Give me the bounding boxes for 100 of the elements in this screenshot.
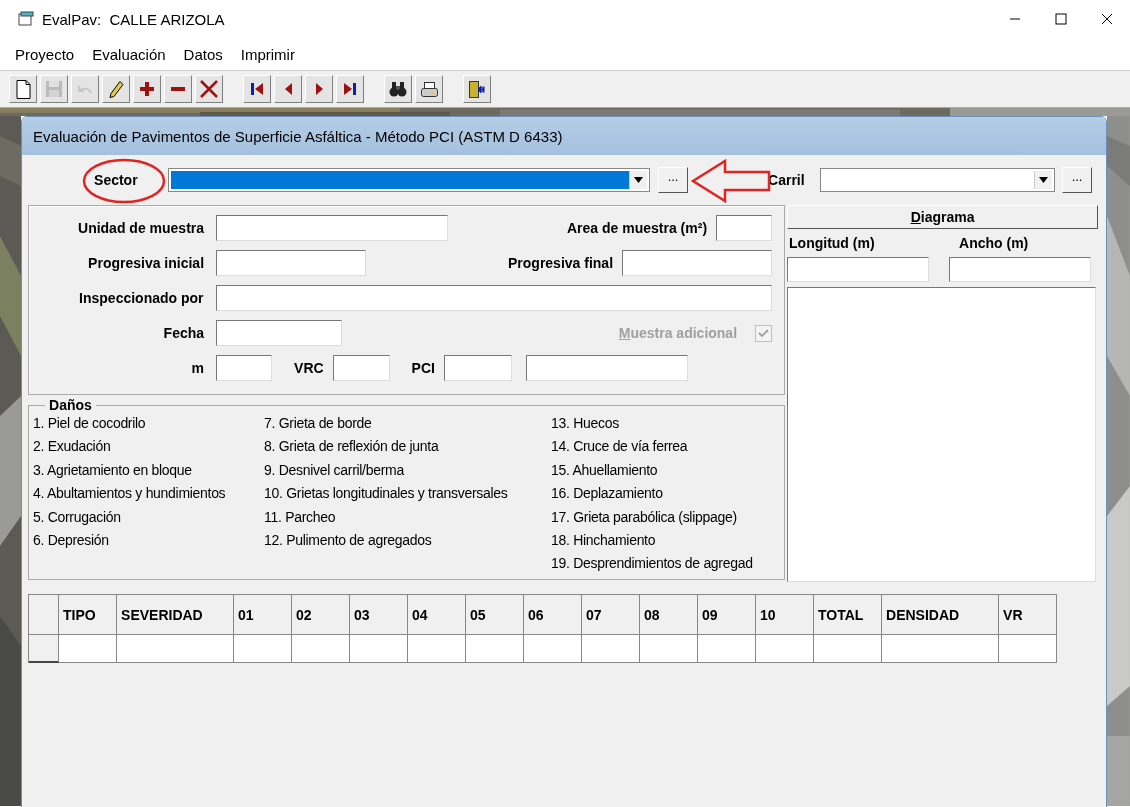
form-title: Evaluación de Pavimentos de Superficie Asfáltica - Método PCI (ASTM D 6433) — [33, 127, 563, 145]
sector-dropdown[interactable] — [168, 168, 651, 192]
table-cell[interactable] — [59, 635, 118, 663]
text-field[interactable] — [216, 355, 273, 381]
lane-label: Carril — [768, 172, 806, 188]
field-label: Progresiva inicial — [87, 255, 205, 271]
checkbox-label: Muestra adicional — [618, 325, 738, 341]
damage-item: 8. Grieta de reflexión de junta — [264, 438, 440, 457]
delete-button[interactable] — [195, 75, 223, 103]
damage-item: 10. Grietas longitudinales y transversales — [264, 485, 509, 504]
menu-item[interactable]: Imprimir — [231, 45, 304, 63]
field-label: Progresiva final — [508, 255, 614, 271]
cross-icon — [200, 80, 218, 98]
field-label: Longitud (m) — [788, 235, 876, 253]
edit-button[interactable] — [102, 75, 130, 103]
column-header: TIPO — [59, 595, 118, 635]
text-field[interactable] — [787, 257, 930, 282]
menu-item[interactable]: Evaluación — [83, 45, 175, 63]
pencil-icon — [108, 80, 124, 98]
text-field[interactable] — [949, 257, 1092, 282]
column-header: 06 — [524, 595, 583, 635]
text-field[interactable] — [216, 215, 449, 241]
find-button[interactable] — [384, 75, 412, 103]
text-field[interactable] — [525, 355, 688, 381]
text-field[interactable] — [215, 285, 773, 311]
damage-item: 1. Piel de cocodrilo — [33, 415, 147, 433]
printer-icon — [420, 81, 438, 97]
field-label: Unidad de muestra — [77, 220, 205, 236]
column-header: SEVERIDAD — [117, 595, 235, 635]
damage-item: 19. Desprendimientos de agregad — [551, 555, 754, 574]
minus-icon — [171, 87, 185, 91]
menu-item[interactable]: Datos — [174, 45, 232, 63]
browse-button[interactable]: ... — [658, 167, 689, 193]
column-header: 01 — [234, 595, 293, 635]
plus-icon — [140, 82, 154, 96]
damage-item: 13. Huecos — [551, 415, 620, 433]
damage-item: 12. Pulimento de agregados — [264, 531, 433, 550]
table-cell[interactable] — [756, 635, 815, 663]
damage-item: 16. Deplazamiento — [551, 485, 664, 504]
text-field[interactable] — [622, 250, 773, 276]
first-record-icon — [251, 83, 263, 95]
last-button[interactable] — [336, 75, 364, 103]
table-cell[interactable] — [350, 635, 409, 663]
column-header: 09 — [698, 595, 757, 635]
damage-item: 6. Depresión — [33, 531, 110, 550]
add-button[interactable] — [133, 75, 161, 103]
field-label: PCI — [411, 360, 435, 376]
menu-item[interactable]: Proyecto — [6, 45, 84, 63]
next-icon — [315, 83, 323, 95]
damage-item: 14. Cruce de vía ferrea — [551, 438, 689, 457]
text-field[interactable] — [216, 320, 343, 346]
browse-button[interactable]: ... — [1062, 167, 1093, 193]
field-label: Area de muestra (m²) — [567, 220, 708, 236]
damage-item: 4. Abultamientos y hundimientos — [33, 485, 227, 504]
door-exit-icon — [469, 80, 485, 98]
damage-item: 3. Agrietamiento en bloque — [33, 461, 193, 480]
print-button[interactable] — [415, 75, 443, 103]
table-cell[interactable] — [524, 635, 583, 663]
text-field[interactable] — [216, 250, 367, 276]
window-title: EvalPav: CALLE ARIZOLA — [42, 10, 225, 28]
row-header[interactable] — [29, 635, 60, 663]
column-header: 10 — [756, 595, 815, 635]
dropdown-arrow-icon[interactable] — [1039, 177, 1049, 183]
page-icon — [15, 79, 31, 99]
table-cell[interactable] — [582, 635, 641, 663]
table-cell[interactable] — [640, 635, 699, 663]
remove-button[interactable] — [164, 75, 192, 103]
group-title: Daños — [48, 398, 93, 413]
table-cell[interactable] — [999, 635, 1058, 663]
next-button[interactable] — [305, 75, 333, 103]
binoculars-icon — [389, 81, 407, 97]
damage-item: 11. Parcheo — [264, 508, 337, 527]
checkmark-icon — [758, 328, 770, 338]
column-header: 08 — [640, 595, 699, 635]
column-header: DENSIDAD — [882, 595, 1000, 635]
new-button[interactable] — [9, 75, 37, 103]
column-header: 07 — [582, 595, 641, 635]
table-cell[interactable] — [814, 635, 883, 663]
exit-button[interactable] — [463, 75, 491, 103]
table-cell[interactable] — [882, 635, 1000, 663]
damage-item: 15. Ahuellamiento — [551, 461, 659, 480]
column-header: 02 — [292, 595, 351, 635]
diagram-button[interactable]: Diagrama — [787, 205, 1099, 229]
text-field[interactable] — [443, 355, 512, 381]
table-cell[interactable] — [466, 635, 525, 663]
first-button[interactable] — [243, 75, 271, 103]
text-field[interactable] — [332, 355, 390, 381]
table-cell[interactable] — [234, 635, 293, 663]
table-cell[interactable] — [292, 635, 351, 663]
table-cell[interactable] — [408, 635, 467, 663]
table-cell[interactable] — [117, 635, 235, 663]
damage-item: 9. Desnivel carril/berma — [264, 461, 406, 480]
damage-item: 5. Corrugación — [33, 508, 122, 527]
dropdown-arrow-icon[interactable] — [634, 177, 644, 183]
prev-button[interactable] — [274, 75, 302, 103]
field-label: m — [190, 360, 205, 376]
field-label: Fecha — [162, 325, 205, 341]
field-label: Ancho (m) — [959, 235, 1029, 253]
text-field[interactable] — [716, 215, 773, 241]
table-cell[interactable] — [698, 635, 757, 663]
